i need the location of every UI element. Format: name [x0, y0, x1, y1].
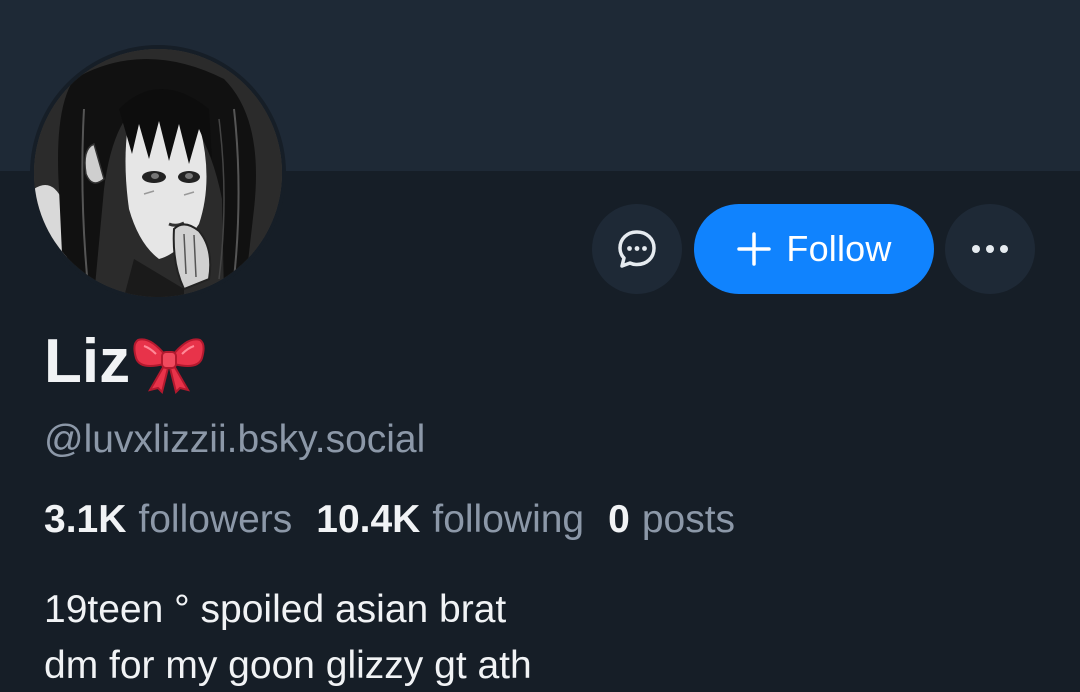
- profile-handle: @luvxlizzii.bsky.social: [44, 418, 426, 461]
- plus-icon: [736, 231, 772, 267]
- bio-line-2: dm for my goon glizzy gt ath: [44, 644, 532, 687]
- bio-line-1: 19teen ° spoiled asian brat: [44, 588, 507, 631]
- posts-label: posts: [641, 498, 736, 541]
- following-stat[interactable]: 10.4K following: [316, 494, 584, 546]
- display-name-text: Liz: [44, 327, 131, 396]
- follow-button-label: Follow: [786, 228, 892, 269]
- ribbon-emoji-icon: [132, 330, 206, 394]
- display-name: Liz: [44, 322, 206, 402]
- ellipsis-icon: [970, 243, 1010, 255]
- follow-button[interactable]: Follow: [694, 204, 934, 294]
- followers-count: 3.1K: [44, 498, 127, 541]
- posts-stat: 0 posts: [608, 494, 735, 546]
- following-count: 10.4K: [316, 498, 421, 541]
- profile-stats: 3.1K followers 10.4K following 0 posts: [44, 494, 759, 546]
- profile-avatar[interactable]: [30, 45, 286, 301]
- anime-girl-avatar-image: [34, 49, 282, 297]
- chat-bubble-icon: [615, 227, 659, 271]
- followers-label: followers: [138, 498, 293, 541]
- following-label: following: [432, 498, 585, 541]
- posts-count: 0: [608, 498, 630, 541]
- message-button[interactable]: [592, 204, 682, 294]
- more-options-button[interactable]: [945, 204, 1035, 294]
- followers-stat[interactable]: 3.1K followers: [44, 494, 292, 546]
